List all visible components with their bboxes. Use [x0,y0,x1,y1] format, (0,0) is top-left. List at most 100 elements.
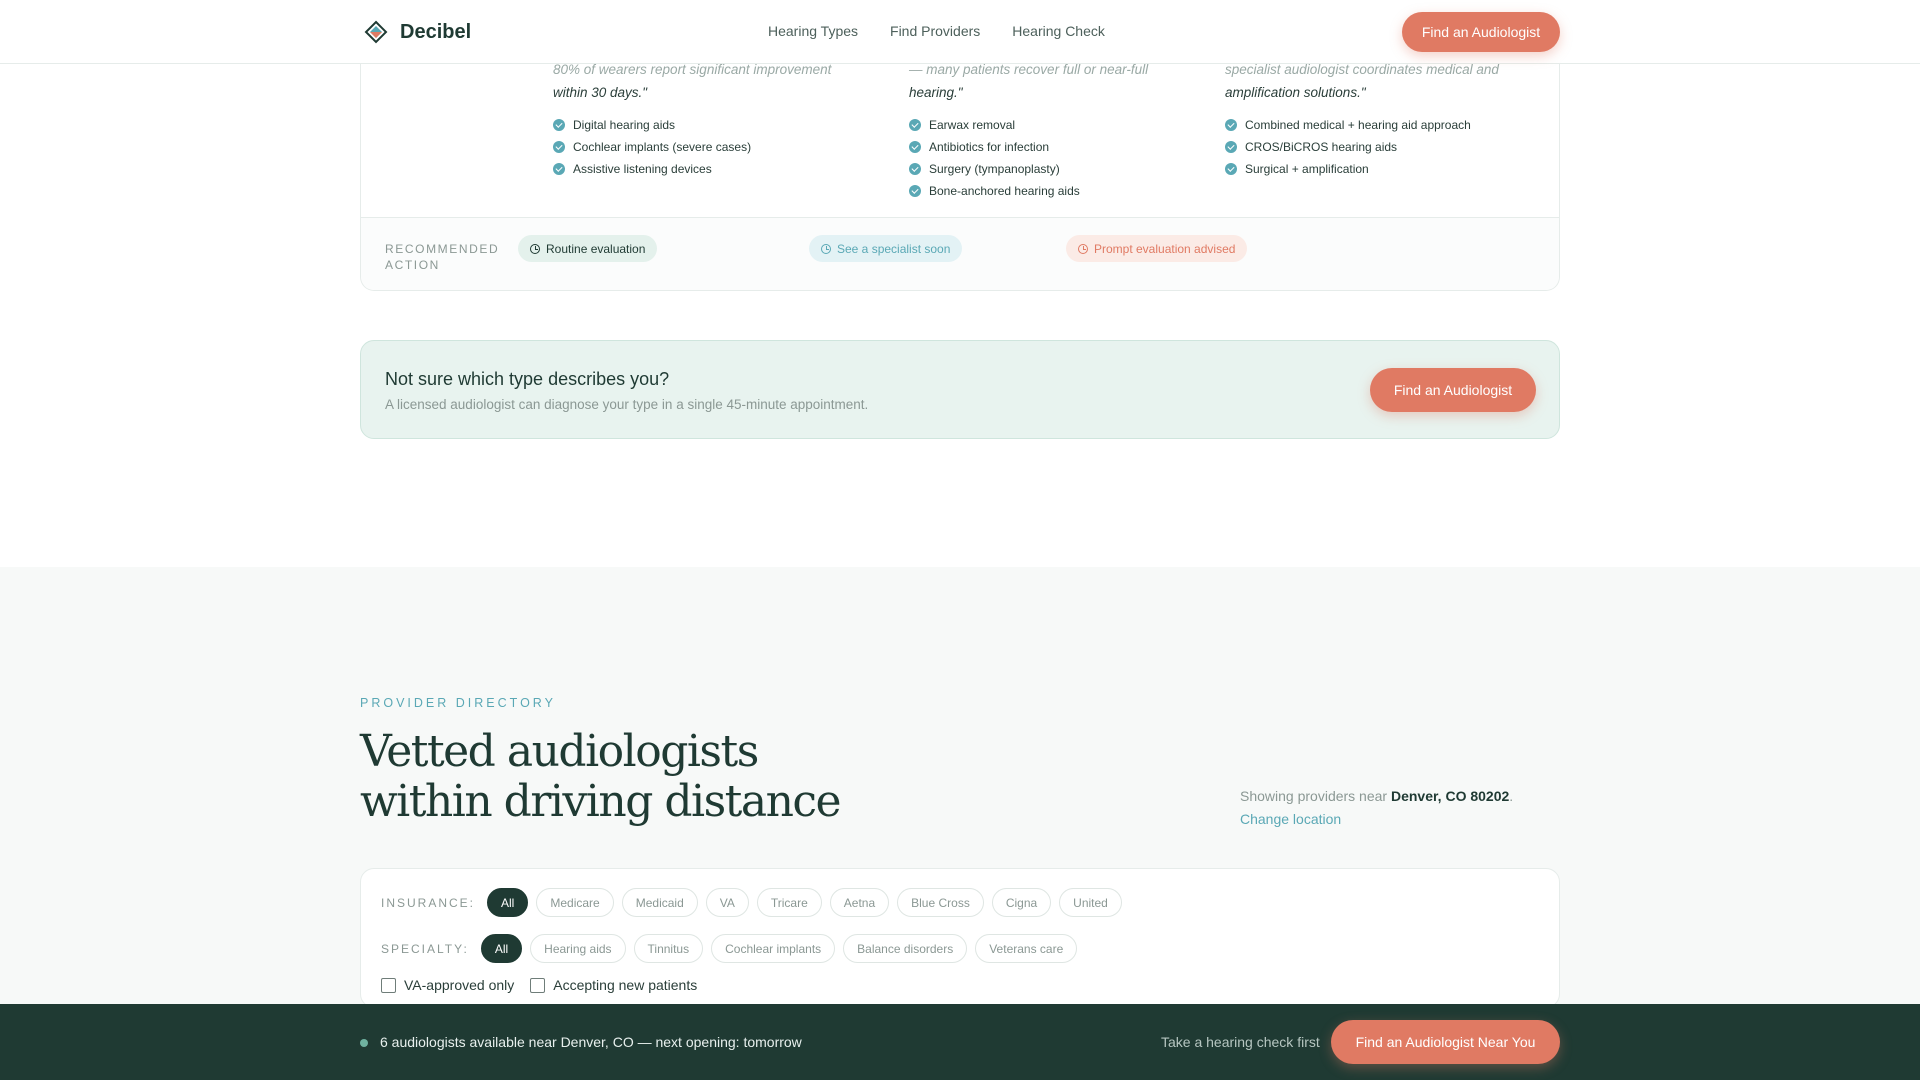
list-item-text: Assistive listening devices [573,162,712,176]
insurance-chip-tricare[interactable]: Tricare [756,888,822,917]
status-text: See a specialist soon [837,241,951,256]
column-quote: specialist audiologist coordinates medic… [1225,58,1525,104]
accepting-new-patients-checkbox[interactable]: Accepting new patients [530,977,697,993]
specialty-chip-cochlear-implants[interactable]: Cochlear implants [711,934,836,963]
list-item: Surgery (tympanoplasty) [909,158,1209,180]
comparison-column-3: specialist audiologist coordinates medic… [1225,58,1525,180]
check-circle-icon [909,185,921,197]
treatment-list: Combined medical + hearing aid approach … [1225,114,1525,180]
specialty-chip-veterans-care[interactable]: Veterans care [975,934,1078,963]
section-title: Vetted audiologists within driving dista… [360,726,842,827]
insurance-chip-cigna[interactable]: Cigna [991,888,1052,917]
list-item: Antibiotics for infection [909,136,1209,158]
clock-icon [530,243,540,254]
comparison-column-2: — many patients recover full or near-ful… [909,58,1209,202]
treatment-list: Digital hearing aids Cochlear implants (… [553,114,853,180]
callout-title: Not sure which type describes you? [385,369,670,389]
insurance-chip-united[interactable]: United [1059,888,1122,917]
sticky-availability-bar: 6 audiologists available near Denver, CO… [0,1004,1920,1080]
quote-lead: specialist audiologist coordinates medic… [1225,62,1499,77]
insurance-chip-blue-cross[interactable]: Blue Cross [897,888,984,917]
clock-icon [1078,243,1088,254]
status-badge-prompt: Prompt evaluation advised [1066,235,1248,262]
quote-end: amplification solutions." [1225,85,1366,100]
status-badge-routine: Routine evaluation [518,235,658,262]
insurance-chip-medicaid[interactable]: Medicaid [621,888,698,917]
insurance-chip-medicare[interactable]: Medicare [536,888,614,917]
list-item: Surgical + amplification [1225,158,1525,180]
list-item-text: Antibiotics for infection [929,140,1050,154]
specialty-chip-hearing-aids[interactable]: Hearing aids [530,934,626,963]
check-circle-icon [909,119,921,131]
hearing-check-link[interactable]: Take a hearing check first [1161,1034,1320,1050]
check-circle-icon [1225,141,1237,153]
checkbox-label: VA-approved only [404,977,515,993]
column-quote: 80% of wearers report significant improv… [553,58,853,104]
header-find-audiologist-button[interactable]: Find an Audiologist [1402,12,1560,52]
insurance-chip-va[interactable]: VA [705,888,749,917]
insurance-chip-aetna[interactable]: Aetna [829,888,890,917]
recommended-action-label: RECOMMENDED ACTION [385,241,499,273]
check-circle-icon [553,119,565,131]
check-circle-icon [553,163,565,175]
label-line-1: RECOMMENDED [385,242,500,256]
status-badge-specialist: See a specialist soon [809,235,963,262]
list-item-text: Digital hearing aids [573,118,676,132]
site-header: Decibel Hearing Types Find Providers Hea… [0,0,1920,64]
callout-find-audiologist-button[interactable]: Find an Audiologist [1370,368,1536,412]
diamond-logo-icon [364,20,388,44]
nav-hearing-check[interactable]: Hearing Check [1012,23,1105,39]
availability-status: 6 audiologists available near Denver, CO… [380,1034,802,1050]
list-item-text: CROS/BiCROS hearing aids [1245,140,1398,154]
callout-subtitle: A licensed audiologist can diagnose your… [385,397,869,412]
check-circle-icon [1225,163,1237,175]
insurance-chip-all[interactable]: All [487,888,529,917]
recommended-action-row: RECOMMENDED ACTION Routine evaluation Se… [361,217,1559,290]
list-item: Digital hearing aids [553,114,853,136]
va-approved-checkbox[interactable]: VA-approved only [381,977,514,993]
diagnosis-callout: Not sure which type describes you? A lic… [360,340,1560,439]
list-item-text: Earwax removal [929,118,1016,132]
list-item: Combined medical + hearing aid approach [1225,114,1525,136]
brand-logo[interactable]: Decibel [364,20,471,44]
list-item: Earwax removal [909,114,1209,136]
list-item-text: Combined medical + hearing aid approach [1245,118,1471,132]
specialty-chip-all[interactable]: All [480,934,523,963]
specialty-chip-tinnitus[interactable]: Tinnitus [633,934,704,963]
list-item: Bone-anchored hearing aids [909,180,1209,202]
check-circle-icon [909,163,921,175]
specialty-label: SPECIALTY: [381,941,469,956]
find-audiologist-near-you-button[interactable]: Find an Audiologist Near You [1331,1020,1560,1064]
status-text: Routine evaluation [546,241,646,256]
list-item-text: Surgery (tympanoplasty) [929,162,1060,176]
nav-hearing-types[interactable]: Hearing Types [768,23,858,39]
quote-lead: 80% of wearers report significant improv… [553,62,832,77]
check-circle-icon [1225,119,1237,131]
brand-name: Decibel [400,20,472,43]
check-circle-icon [909,141,921,153]
list-item-text: Cochlear implants (severe cases) [573,140,752,154]
comparison-column-1: 80% of wearers report significant improv… [553,58,853,180]
checkbox-box[interactable] [381,977,396,993]
specialty-chip-balance-disorders[interactable]: Balance disorders [843,934,968,963]
filter-checkboxes: VA-approved only Accepting new patients [381,977,697,993]
list-item: Cochlear implants (severe cases) [553,136,853,158]
change-location-link[interactable]: Change location [1240,808,1513,831]
section-eyebrow: PROVIDER DIRECTORY [360,696,556,710]
list-item-text: Bone-anchored hearing aids [929,184,1080,198]
checkbox-box[interactable] [530,977,546,993]
availability-dot-icon [360,1039,368,1047]
list-item: CROS/BiCROS hearing aids [1225,136,1525,158]
label-line-2: ACTION [385,258,440,272]
status-text: Prompt evaluation advised [1094,241,1236,256]
list-item: Assistive listening devices [553,158,853,180]
location-info: Showing providers near Denver, CO 80202.… [1240,785,1513,831]
location-prefix: Showing providers near [1240,788,1391,804]
quote-end: hearing." [909,85,963,100]
treatment-list: Earwax removal Antibiotics for infection… [909,114,1209,202]
filters-panel: INSURANCE: All Medicare Medicaid VA Tric… [360,868,1560,1008]
nav-find-providers[interactable]: Find Providers [890,23,980,39]
hearing-type-comparison-card: 80% of wearers report significant improv… [360,40,1560,291]
location-suffix: . [1509,788,1514,804]
column-quote: — many patients recover full or near-ful… [909,58,1209,104]
